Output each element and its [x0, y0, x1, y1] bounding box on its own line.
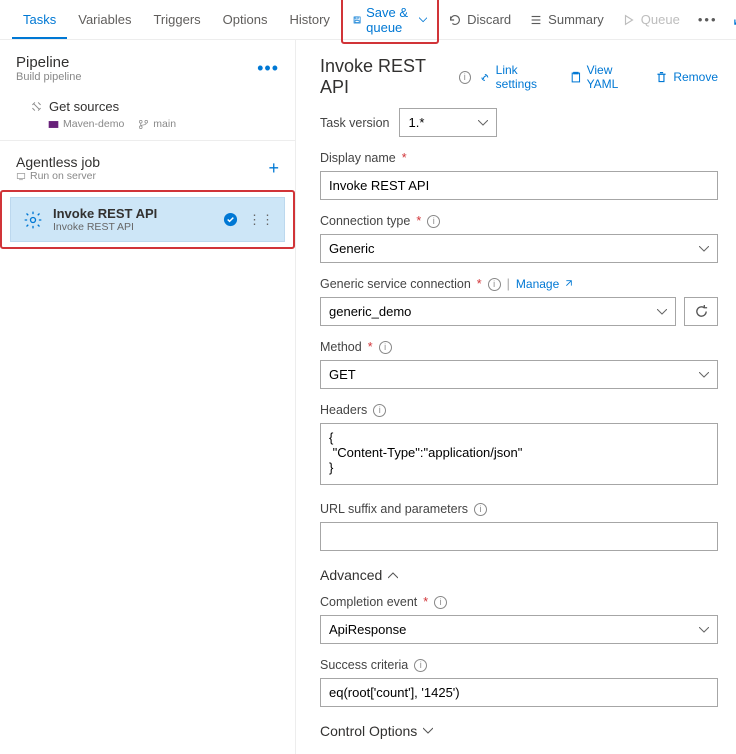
tab-variables[interactable]: Variables: [67, 2, 142, 37]
url-suffix-label: URL suffix and parameters: [320, 502, 468, 516]
completion-event-label: Completion event: [320, 595, 417, 609]
success-criteria-input[interactable]: [320, 678, 718, 707]
save-queue-label: Save & queue: [366, 5, 414, 35]
add-task-icon[interactable]: +: [268, 158, 279, 179]
tab-history[interactable]: History: [278, 2, 340, 37]
method-label: Method: [320, 340, 362, 354]
right-panel: Invoke REST API i Link settings View YAM…: [296, 40, 736, 754]
completion-event-select[interactable]: ApiResponse: [320, 615, 718, 644]
discard-label: Discard: [467, 12, 511, 27]
connection-type-select[interactable]: Generic: [320, 234, 718, 263]
info-icon[interactable]: i: [488, 278, 501, 291]
control-options-section[interactable]: Control Options: [320, 723, 718, 739]
chevron-down-icon: [423, 727, 433, 735]
save-queue-button[interactable]: Save & queue: [344, 0, 436, 41]
check-icon: [223, 212, 238, 227]
task-subtitle: Invoke REST API: [53, 221, 157, 233]
queue-label: Queue: [641, 12, 680, 27]
manage-link[interactable]: Manage: [516, 277, 573, 291]
url-suffix-input[interactable]: [320, 522, 718, 551]
chevron-up-icon: [388, 571, 398, 579]
summary-label: Summary: [548, 12, 604, 27]
info-icon[interactable]: i: [379, 341, 392, 354]
queue-button: Queue: [613, 6, 689, 33]
task-invoke-rest-api[interactable]: Invoke REST API Invoke REST API ⋮⋮: [10, 197, 285, 242]
task-editor-title: Invoke REST API: [320, 56, 451, 98]
view-yaml-button[interactable]: View YAML: [570, 63, 641, 91]
pipeline-title: Pipeline: [16, 54, 81, 71]
pipeline-more-icon[interactable]: •••: [257, 58, 279, 79]
pipeline-header[interactable]: Pipeline Build pipeline •••: [0, 48, 295, 93]
undo-icon: [448, 13, 462, 27]
task-version-field: Task version 1.*: [320, 108, 718, 137]
headers-textarea[interactable]: { "Content-Type":"application/json" }: [320, 423, 718, 485]
play-icon: [622, 13, 636, 27]
drag-handle-icon[interactable]: ⋮⋮: [248, 212, 274, 228]
list-icon: [529, 13, 543, 27]
pipeline-subtitle: Build pipeline: [16, 71, 81, 83]
top-toolbar: Tasks Variables Triggers Options History…: [0, 0, 736, 40]
tab-options[interactable]: Options: [212, 2, 279, 37]
task-title: Invoke REST API: [53, 206, 157, 221]
agentless-job-header[interactable]: Agentless job Run on server +: [0, 141, 295, 192]
service-connection-label: Generic service connection: [320, 277, 471, 291]
gear-icon: [23, 210, 43, 230]
info-icon[interactable]: i: [434, 596, 447, 609]
display-name-input[interactable]: [320, 171, 718, 200]
job-title: Agentless job: [16, 154, 100, 170]
info-icon[interactable]: i: [373, 404, 386, 417]
refresh-button[interactable]: [684, 297, 718, 326]
tab-tasks[interactable]: Tasks: [12, 2, 67, 39]
tab-triggers[interactable]: Triggers: [142, 2, 211, 37]
link-icon: [30, 100, 43, 113]
remove-button[interactable]: Remove: [655, 63, 718, 91]
expand-icon[interactable]: [727, 5, 736, 35]
left-panel: Pipeline Build pipeline ••• Get sources …: [0, 40, 296, 754]
job-subtitle: Run on server: [16, 170, 100, 182]
success-criteria-label: Success criteria: [320, 658, 408, 672]
branch-info: main: [138, 118, 176, 130]
get-sources-block[interactable]: Get sources Maven-demo main: [0, 93, 295, 141]
get-sources-label: Get sources: [49, 99, 119, 114]
info-icon[interactable]: i: [414, 659, 427, 672]
task-version-select[interactable]: 1.*: [399, 108, 497, 137]
advanced-section[interactable]: Advanced: [320, 567, 718, 583]
method-select[interactable]: GET: [320, 360, 718, 389]
repo-info: Maven-demo: [48, 118, 124, 130]
info-icon[interactable]: i: [459, 71, 471, 84]
headers-label: Headers: [320, 403, 367, 417]
info-icon[interactable]: i: [474, 503, 487, 516]
link-settings-button[interactable]: Link settings: [479, 63, 556, 91]
connection-type-label: Connection type: [320, 214, 410, 228]
discard-button[interactable]: Discard: [439, 6, 520, 33]
info-icon[interactable]: i: [427, 215, 440, 228]
save-icon: [353, 13, 361, 27]
service-connection-select[interactable]: generic_demo: [320, 297, 676, 326]
more-button[interactable]: •••: [689, 6, 727, 33]
display-name-label: Display name: [320, 151, 396, 165]
summary-button[interactable]: Summary: [520, 6, 613, 33]
chevron-down-icon: [419, 13, 427, 27]
